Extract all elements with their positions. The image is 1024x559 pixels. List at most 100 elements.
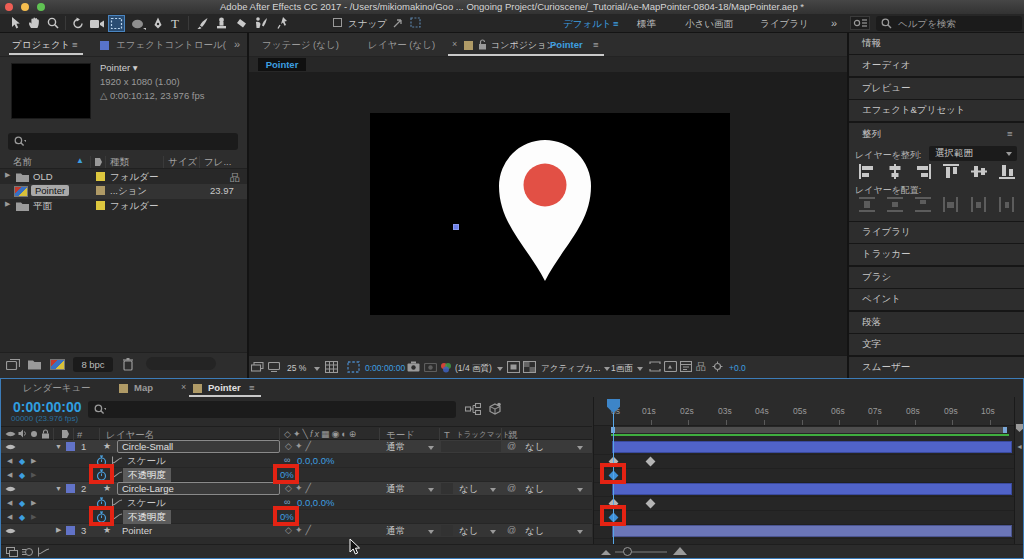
- layer-name-box[interactable]: Circle-Small: [117, 440, 280, 453]
- shape-tool-icon[interactable]: [131, 19, 146, 30]
- work-area-bar[interactable]: [611, 427, 1007, 433]
- pan-behind-tool-icon[interactable]: [108, 15, 125, 32]
- sort-ascending-icon[interactable]: ▲: [76, 156, 84, 165]
- timeline-tab-menu-icon[interactable]: ≡: [249, 382, 255, 393]
- timeline-search-input[interactable]: [88, 401, 456, 418]
- tab-composition[interactable]: コンポジション: [491, 39, 555, 52]
- workspace-standard[interactable]: 標準: [637, 18, 656, 31]
- pen-tool-icon[interactable]: [152, 17, 165, 30]
- tab-composition-name[interactable]: Pointer: [550, 39, 583, 50]
- new-composition-icon[interactable]: [50, 359, 65, 370]
- eye-icon[interactable]: [5, 527, 16, 535]
- eye-icon[interactable]: [5, 485, 16, 493]
- snapshot-icon[interactable]: [407, 361, 420, 372]
- graph-editor-master-icon[interactable]: [38, 547, 50, 557]
- viewer-subtab-pointer[interactable]: Pointer: [258, 58, 306, 71]
- viewer-timecode[interactable]: 0:00:00:00: [365, 363, 405, 373]
- project-item-name[interactable]: Pointer ▾: [100, 62, 138, 73]
- layer-name[interactable]: Pointer: [122, 525, 152, 536]
- zoom-tool-icon[interactable]: [47, 17, 60, 30]
- type-tool-icon[interactable]: T: [171, 16, 179, 32]
- align-scope-dropdown[interactable]: 選択範囲: [929, 146, 1017, 161]
- label-color[interactable]: [96, 172, 105, 181]
- next-keyframe-icon[interactable]: ▶: [31, 513, 36, 521]
- keyframe-toggle-icon[interactable]: ◆: [19, 471, 25, 480]
- workspace-library[interactable]: ライブラリ: [760, 18, 809, 31]
- layer-bar-pointer[interactable]: [612, 525, 1012, 537]
- twirl-icon[interactable]: ▶: [5, 171, 10, 179]
- column-name[interactable]: 名前: [13, 156, 32, 169]
- align-right-icon[interactable]: [915, 164, 931, 179]
- eraser-tool-icon[interactable]: [235, 17, 248, 30]
- align-top-icon[interactable]: [943, 164, 959, 179]
- align-bottom-icon[interactable]: [999, 164, 1015, 179]
- zoom-in-mountain-icon[interactable]: [673, 546, 687, 556]
- prev-keyframe-icon[interactable]: ◀: [7, 513, 12, 521]
- time-ruler[interactable]: 0s 01s 02s 03s 04s 05s 06s 07s 08s 09s 1…: [594, 397, 1015, 426]
- primary-viewer-icon[interactable]: [268, 362, 280, 372]
- roi-icon[interactable]: [347, 361, 360, 373]
- distribute-center-h-icon[interactable]: [971, 197, 987, 212]
- workspace-small-screen[interactable]: 小さい画面: [685, 18, 733, 31]
- panel-align-title[interactable]: 整列: [862, 128, 881, 141]
- tab-pointer[interactable]: Pointer: [208, 382, 241, 393]
- tab-layer[interactable]: レイヤー (なし): [368, 39, 435, 52]
- align-panel-menu-icon[interactable]: ≡: [1007, 128, 1013, 139]
- comp-marker-icon[interactable]: [1016, 424, 1023, 432]
- tab-render-queue[interactable]: レンダーキュー: [23, 382, 91, 395]
- next-keyframe-icon[interactable]: ▶: [31, 499, 36, 507]
- project-row-old[interactable]: ▶ OLD フォルダー 品: [0, 170, 247, 184]
- mode-dropdown[interactable]: 通常: [386, 441, 405, 454]
- trackmatte-dropdown[interactable]: なし: [459, 525, 478, 538]
- parent-dropdown[interactable]: なし: [525, 441, 544, 454]
- tab-footage[interactable]: フッテージ (なし): [262, 39, 339, 52]
- parent-dropdown[interactable]: なし: [525, 525, 544, 538]
- panel-info[interactable]: 情報: [849, 33, 1024, 54]
- panel-effects-presets[interactable]: エフェクト&プリセット: [849, 100, 1024, 121]
- trackmatte-dropdown[interactable]: なし: [459, 483, 478, 496]
- channels-icon[interactable]: [440, 362, 452, 373]
- rotobrush-tool-icon[interactable]: [254, 16, 269, 30]
- layer-bar-circle-small[interactable]: [612, 441, 1012, 453]
- panel-paint[interactable]: ペイント: [849, 289, 1024, 310]
- column-fps[interactable]: フレ...: [204, 156, 231, 169]
- frame-blend-master-icon[interactable]: [6, 547, 18, 557]
- parent-pickwhip-icon[interactable]: @: [507, 483, 516, 493]
- composition-canvas[interactable]: [370, 113, 730, 315]
- mode-dropdown[interactable]: 通常: [386, 483, 405, 496]
- property-name-scale[interactable]: スケール: [127, 497, 166, 510]
- align-left-icon[interactable]: [859, 164, 875, 179]
- flowchart-icon[interactable]: 品: [696, 361, 706, 372]
- tab-map[interactable]: Map: [134, 382, 153, 393]
- switch-icons[interactable]: ◇✦╱: [285, 441, 314, 451]
- prev-keyframe-icon[interactable]: ◀: [7, 471, 12, 479]
- project-tabs-overflow[interactable]: »: [234, 38, 240, 50]
- timeline-button-icon[interactable]: [680, 361, 692, 372]
- composition-mini-flowchart-icon[interactable]: [465, 403, 481, 415]
- align-center-v-icon[interactable]: [971, 164, 987, 179]
- distribute-center-v-icon[interactable]: [887, 197, 903, 212]
- property-name-opacity[interactable]: 不透明度: [123, 510, 171, 525]
- timeline-graph-area[interactable]: 0s 01s 02s 03s 04s 05s 06s 07s 08s 09s 1…: [593, 397, 1014, 544]
- exposure-value[interactable]: +0.0: [729, 363, 746, 373]
- hand-tool-icon[interactable]: [28, 17, 41, 29]
- project-row-heimen[interactable]: ▶ 平面 フォルダー: [0, 199, 247, 213]
- label-color[interactable]: [96, 186, 105, 195]
- camera-tool-icon[interactable]: [90, 19, 105, 29]
- workspace-default[interactable]: デフォルト: [563, 18, 612, 31]
- grid-guides-icon[interactable]: [325, 361, 338, 373]
- label-column-icon[interactable]: [94, 157, 103, 167]
- parent-dropdown[interactable]: なし: [525, 483, 544, 496]
- eye-icon[interactable]: [5, 443, 16, 451]
- prev-keyframe-icon[interactable]: ◀: [7, 457, 12, 465]
- workspace-settings-icon[interactable]: [850, 16, 870, 30]
- snap-option-icon[interactable]: [392, 17, 404, 29]
- column-size[interactable]: サイズ: [168, 156, 197, 169]
- anchor-point-marker[interactable]: [453, 224, 459, 230]
- scale-value[interactable]: 0.0,0.0%: [297, 497, 335, 508]
- help-search-input[interactable]: ヘルプを検索: [876, 16, 1022, 31]
- twirl-open-icon[interactable]: ▼: [55, 443, 62, 450]
- panel-tracker[interactable]: トラッカー: [849, 244, 1024, 265]
- workspace-overflow[interactable]: »: [831, 17, 837, 29]
- pixel-aspect-icon[interactable]: [649, 361, 661, 372]
